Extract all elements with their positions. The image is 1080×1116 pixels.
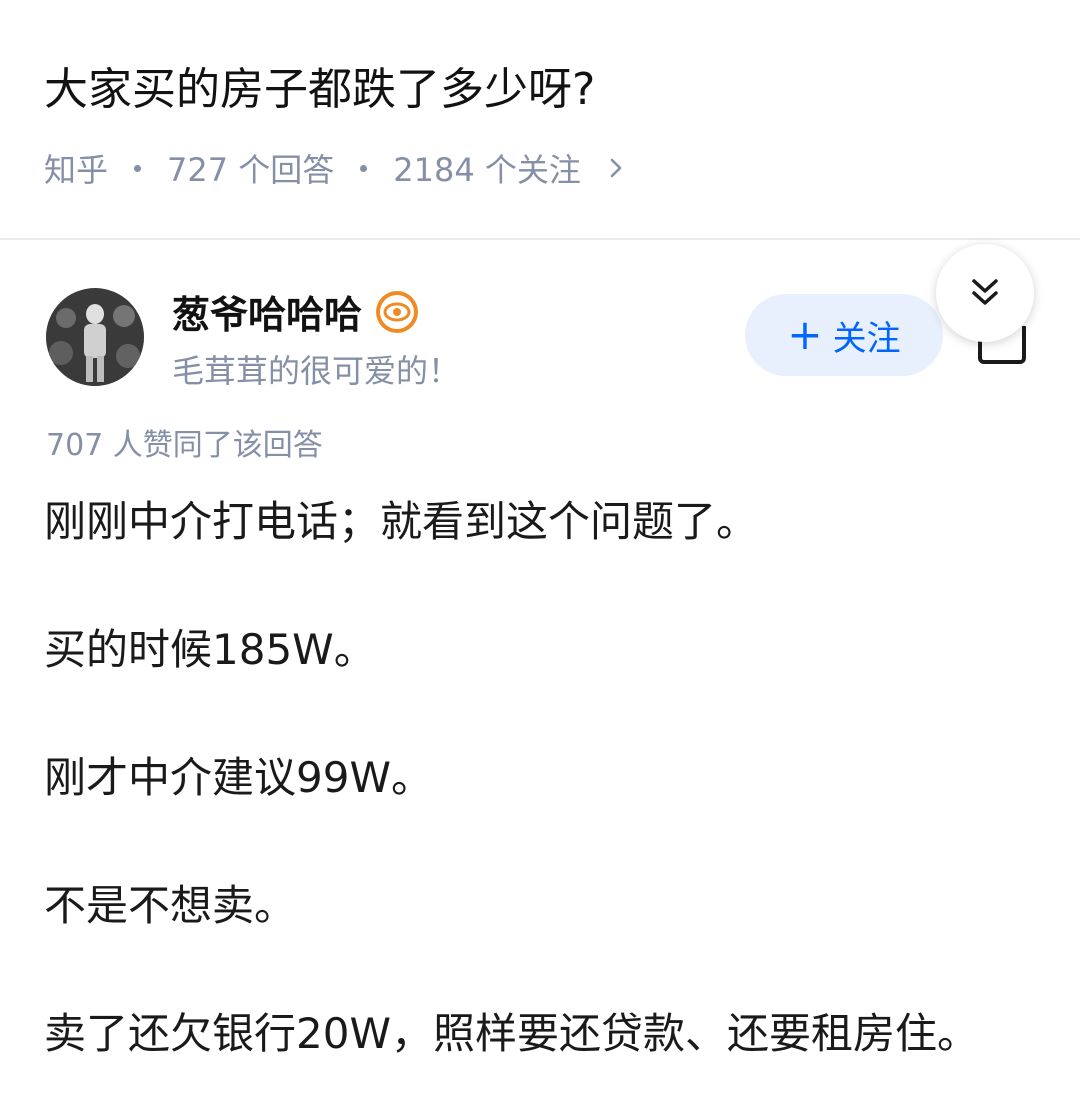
- answer-paragraph: 买的时候185W。: [44, 625, 376, 674]
- author-avatar[interactable]: [46, 288, 144, 386]
- plus-icon: +: [787, 310, 823, 359]
- followers-count: 2184 个关注: [393, 151, 581, 189]
- answer-body: 刚刚中介打电话；就看到这个问题了。 买的时候185W。 刚才中介建议99W。 不…: [44, 490, 1004, 1066]
- answer-paragraph: 不是不想卖。: [44, 881, 297, 930]
- upvote-count: 707 人赞同了该回答: [46, 428, 323, 463]
- meta-separator-dot: [360, 164, 368, 172]
- follow-button[interactable]: + 关注: [745, 294, 943, 376]
- double-chevron-down-icon: [972, 279, 998, 305]
- answer-paragraph: 刚刚中介打电话；就看到这个问题了。: [44, 497, 759, 546]
- answer-paragraph: 卖了还欠银行20W，照样要还贷款、还要租房住。: [44, 1009, 979, 1058]
- meta-separator-dot: [134, 164, 142, 172]
- eye-badge-icon: [376, 290, 419, 333]
- question-title: 大家买的房子都跌了多少呀?: [44, 64, 596, 115]
- collapse-button[interactable]: [936, 244, 1034, 342]
- question-meta[interactable]: 知乎 727 个回答 2184 个关注: [44, 146, 629, 190]
- chevron-right-icon: [610, 158, 622, 178]
- follow-button-label: 关注: [832, 318, 901, 359]
- avatar-photo: [46, 288, 144, 386]
- section-divider: [0, 238, 1080, 240]
- answers-count: 727 个回答: [167, 151, 335, 189]
- source-label: 知乎: [44, 151, 109, 189]
- author-bio: 毛茸茸的很可爱的！: [172, 352, 461, 390]
- author-name[interactable]: 葱爷哈哈哈: [172, 284, 362, 339]
- author-name-row[interactable]: 葱爷哈哈哈: [172, 284, 420, 339]
- answer-paragraph: 刚才中介建议99W。: [44, 753, 433, 802]
